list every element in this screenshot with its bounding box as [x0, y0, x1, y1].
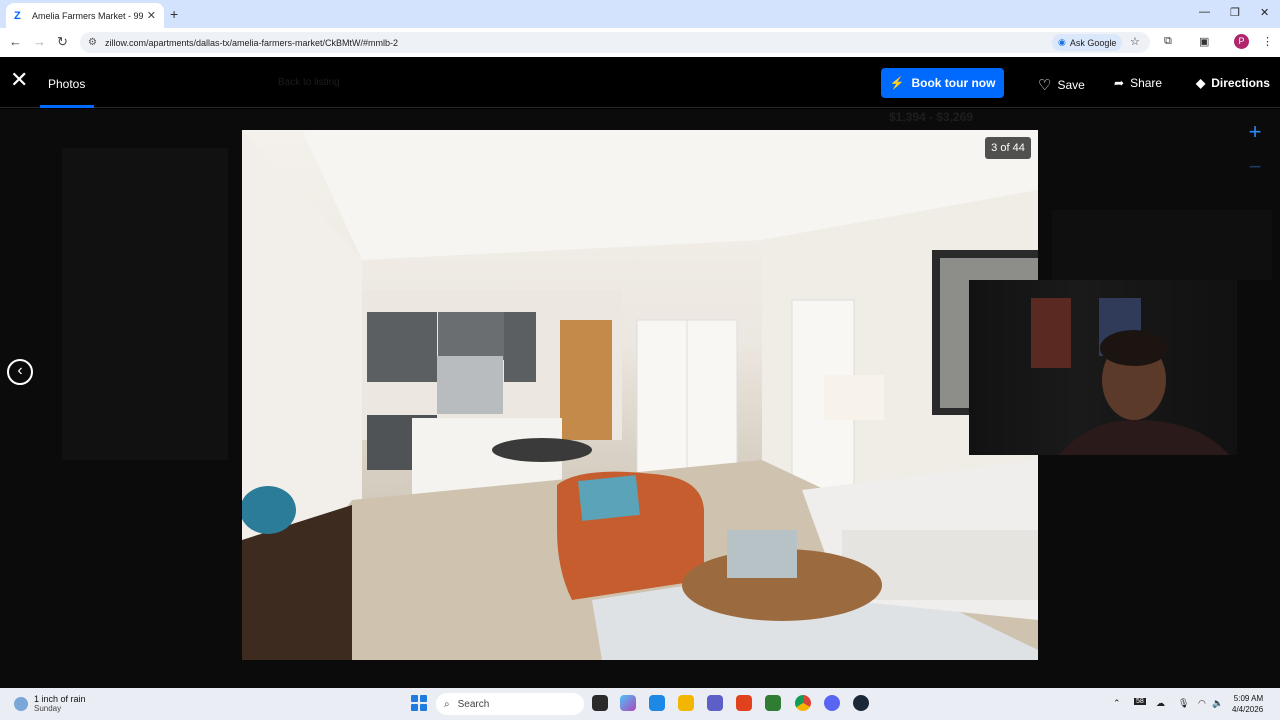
heart-icon: ♡: [1038, 77, 1052, 94]
system-clock[interactable]: 5:09 AM 4/4/2026: [1232, 693, 1263, 715]
lightning-icon: ⚡: [889, 76, 905, 90]
close-window-icon[interactable]: ✕: [1260, 6, 1269, 19]
onedrive-icon[interactable]: ☁: [1156, 698, 1165, 709]
book-tour-label: Book tour now: [911, 76, 996, 90]
zoom-out-icon[interactable]: −: [1243, 156, 1267, 180]
streamer-webcam-image: [1031, 298, 1229, 455]
bookmark-star-icon[interactable]: ☆: [1130, 35, 1140, 48]
browser-tab[interactable]: Z Amelia Farmers Market - 999 S ✕: [6, 3, 164, 28]
weather-widget[interactable]: 1 inch of rain Sunday: [14, 694, 86, 713]
ask-google-label: Ask Google: [1069, 37, 1117, 48]
share-icon: ➦: [1114, 76, 1125, 90]
microphone-icon[interactable]: 🎙: [1178, 698, 1189, 709]
tab-photos-underline: [40, 105, 94, 108]
menu-kebab-icon[interactable]: ⋮: [1262, 35, 1273, 48]
brave-icon[interactable]: [736, 695, 752, 711]
copilot-icon[interactable]: [620, 695, 636, 711]
url-field[interactable]: ⚙ zillow.com/apartments/dallas-tx/amelia…: [80, 32, 1150, 53]
extensions-icon[interactable]: ⧉: [1164, 35, 1172, 48]
share-label: Share: [1130, 76, 1163, 90]
directions-label: Directions: [1211, 76, 1270, 90]
reload-icon[interactable]: ↻: [57, 34, 68, 50]
clock-date: 4/4/2026: [1232, 705, 1264, 714]
windows-taskbar: [0, 688, 1280, 720]
dimmed-price-range: $1,394 - $3,269: [889, 110, 974, 124]
restore-icon[interactable]: ❐: [1230, 6, 1240, 19]
book-tour-button[interactable]: ⚡ Book tour now: [881, 68, 1004, 98]
close-tab-icon[interactable]: ✕: [147, 9, 156, 22]
steam-icon[interactable]: [853, 695, 869, 711]
dimmed-sidebar-card: [62, 148, 228, 460]
search-icon: ⌕: [444, 698, 450, 710]
browser-tab-bar: [0, 0, 1280, 28]
app-icon[interactable]: [765, 695, 781, 711]
site-info-icon[interactable]: ⚙: [88, 37, 97, 48]
tab-search-icon[interactable]: ▣: [1199, 35, 1209, 48]
zillow-favicon-icon: Z: [14, 9, 21, 22]
previous-photo-icon[interactable]: ‹: [7, 359, 33, 385]
forward-icon[interactable]: →: [33, 34, 46, 49]
volume-icon[interactable]: 🔈: [1212, 698, 1223, 709]
taskbar-search[interactable]: ⌕ Search: [436, 693, 584, 715]
directions-icon: ◆: [1196, 76, 1206, 90]
back-icon[interactable]: ←: [9, 34, 22, 49]
close-viewer-icon[interactable]: ✕: [10, 69, 28, 91]
file-explorer-icon[interactable]: [678, 695, 694, 711]
dimmed-detail-panel: [1052, 210, 1272, 280]
ask-google-button[interactable]: ◉ Ask Google: [1052, 34, 1123, 51]
save-button[interactable]: ♡ Save: [1038, 76, 1085, 94]
profile-avatar[interactable]: P: [1234, 34, 1249, 49]
url-text: zillow.com/apartments/dallas-tx/amelia-f…: [104, 37, 399, 48]
save-label: Save: [1057, 78, 1085, 92]
zoom-in-icon[interactable]: +: [1243, 121, 1267, 145]
discord-icon[interactable]: [824, 695, 840, 711]
tab-title: Amelia Farmers Market - 999 S: [32, 10, 143, 21]
back-to-listing-link[interactable]: Back to listing: [278, 77, 340, 88]
rain-cloud-icon: [14, 696, 28, 711]
listing-photo[interactable]: [242, 130, 1038, 660]
share-button[interactable]: ➦ Share: [1114, 76, 1162, 90]
tray-app-icon[interactable]: 58: [1134, 698, 1146, 705]
weather-subtitle: Sunday: [34, 704, 62, 713]
store-icon[interactable]: [649, 695, 665, 711]
lens-icon: ◉: [1058, 37, 1066, 47]
weather-title: 1 inch of rain: [34, 694, 86, 704]
clock-time: 5:09 AM: [1233, 694, 1264, 703]
webcam-overlay: [969, 280, 1237, 455]
teams-icon[interactable]: [707, 695, 723, 711]
task-view-icon[interactable]: [592, 695, 608, 711]
search-placeholder: Search: [457, 698, 490, 710]
tab-photos[interactable]: Photos: [48, 77, 85, 91]
minimize-icon[interactable]: —: [1199, 6, 1210, 18]
windows-start-icon[interactable]: [411, 695, 427, 711]
chrome-icon[interactable]: [795, 695, 811, 711]
apartment-interior-image: [242, 130, 1038, 660]
photo-counter: 3 of 44: [985, 137, 1031, 159]
photo-viewer-header: [0, 58, 1280, 108]
wifi-icon[interactable]: ◠: [1198, 698, 1206, 709]
tray-chevron-icon[interactable]: ⌃: [1113, 698, 1121, 709]
directions-button[interactable]: ◆ Directions: [1196, 76, 1270, 90]
new-tab-icon[interactable]: +: [170, 6, 178, 22]
